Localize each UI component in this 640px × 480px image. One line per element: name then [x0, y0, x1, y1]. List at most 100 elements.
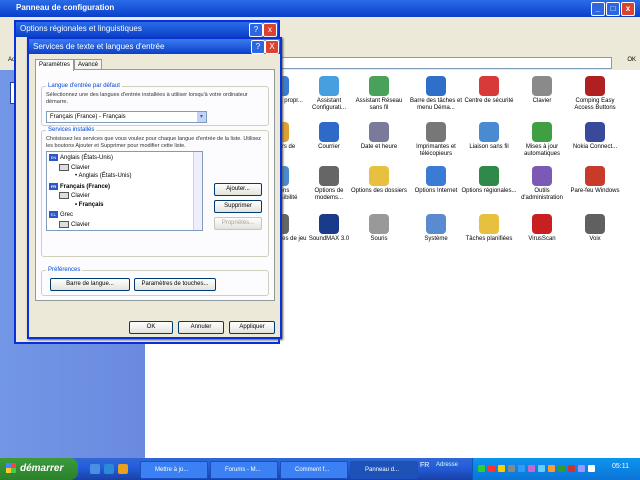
- installed-services-tree[interactable]: EN Anglais (États-Unis) Clavier • Anglais (…: [46, 151, 203, 231]
- control-panel-item-label: Assistant Réseau sans fil: [355, 98, 403, 111]
- go-button[interactable]: OK: [627, 57, 636, 63]
- control-panel-item[interactable]: Voix: [566, 214, 624, 243]
- tray-antivirus-icon[interactable]: [488, 465, 495, 472]
- control-panel-item[interactable]: Comping Easy Access Buttons: [566, 76, 624, 112]
- dialog-close-button[interactable]: X: [265, 40, 279, 54]
- taskbar-button[interactable]: Comment f...: [280, 461, 348, 479]
- control-panel-item[interactable]: Liaison sans fil: [460, 122, 518, 151]
- control-panel-item-icon: [532, 214, 552, 234]
- tray-app7-icon[interactable]: [588, 465, 595, 472]
- tray-network-icon[interactable]: [478, 465, 485, 472]
- close-button[interactable]: x: [621, 2, 635, 16]
- tray-volume-icon[interactable]: [508, 465, 515, 472]
- tray-bluetooth-icon[interactable]: [518, 465, 525, 472]
- control-panel-item[interactable]: Système: [407, 214, 465, 243]
- control-panel-item[interactable]: Options régionales...: [460, 166, 518, 195]
- tray-update-icon[interactable]: [498, 465, 505, 472]
- control-panel-item-label: Options de modems...: [314, 188, 344, 201]
- minimize-button[interactable]: _: [591, 2, 605, 16]
- default-language-label: Langue d'entrée par défaut: [46, 83, 122, 89]
- properties-button[interactable]: Propriétés...: [214, 217, 262, 230]
- tab-parametres[interactable]: Paramètres: [35, 59, 75, 71]
- control-panel-item[interactable]: Options des dossiers: [350, 166, 408, 195]
- keyboard-icon: [59, 192, 69, 199]
- add-button[interactable]: Ajouter...: [214, 183, 262, 196]
- regional-options-title-bar[interactable]: Options régionales et linguistiques ? x: [16, 22, 278, 37]
- apply-button[interactable]: Appliquer: [229, 321, 275, 334]
- taskbar-button[interactable]: Forums - M...: [210, 461, 278, 479]
- tray-app-icon[interactable]: [528, 465, 535, 472]
- dialog-title-bar[interactable]: Services de texte et langues d'entrée ? …: [29, 39, 280, 54]
- cancel-button[interactable]: Annuler: [178, 321, 224, 334]
- control-panel-item[interactable]: Pare-feu Windows: [566, 166, 624, 195]
- installed-services-label: Services installés: [46, 127, 97, 133]
- settings-panel: Langue d'entrée par défaut Sélectionnez …: [35, 69, 275, 301]
- tree-node-lang[interactable]: FR Français (France): [49, 182, 110, 191]
- tray-app5-icon[interactable]: [568, 465, 575, 472]
- chevron-down-icon[interactable]: ▾: [197, 112, 206, 122]
- tree-node-cat[interactable]: Clavier: [59, 220, 90, 229]
- key-settings-button[interactable]: Paramètres de touches...: [134, 278, 216, 291]
- tray-app4-icon[interactable]: [558, 465, 565, 472]
- tree-node-lang[interactable]: EL Grec: [49, 211, 73, 219]
- windows-logo-icon: [6, 463, 16, 474]
- tree-node-item[interactable]: • Français: [75, 202, 103, 209]
- bg-close-button[interactable]: x: [263, 23, 277, 37]
- tree-node-label: Clavier: [71, 193, 90, 200]
- tree-scrollbar[interactable]: [193, 152, 202, 230]
- start-button[interactable]: démarrer: [0, 458, 78, 480]
- control-panel-item-icon: [532, 76, 552, 96]
- control-panel-item-icon: [369, 166, 389, 186]
- tree-node-label: Grec: [60, 212, 74, 219]
- taskbar-button[interactable]: Panneau d...: [350, 461, 418, 479]
- main-title-bar[interactable]: Panneau de configuration _ □ x: [0, 0, 640, 17]
- control-panel-item[interactable]: Clavier: [513, 76, 571, 105]
- taskbar-button[interactable]: Mettre à jo...: [140, 461, 208, 479]
- control-panel-item-icon: [426, 122, 446, 142]
- tray-app6-icon[interactable]: [578, 465, 585, 472]
- tree-node-label: Clavier: [71, 164, 90, 171]
- control-panel-item[interactable]: Barre des tâches et menu Déma...: [407, 76, 465, 112]
- control-panel-item-icon: [426, 76, 446, 96]
- dialog-title: Services de texte et langues d'entrée: [33, 42, 165, 51]
- bg-help-button[interactable]: ?: [249, 23, 263, 37]
- tray-app3-icon[interactable]: [548, 465, 555, 472]
- control-panel-item-icon: [319, 214, 339, 234]
- control-panel-item[interactable]: Outils d'administration: [513, 166, 571, 202]
- control-panel-item[interactable]: VirusScan: [513, 214, 571, 243]
- control-panel-item-icon: [585, 214, 605, 234]
- control-panel-item[interactable]: Options Internet: [407, 166, 465, 195]
- control-panel-item[interactable]: Imprimantes et télécopieurs: [407, 122, 465, 158]
- tree-node-cat[interactable]: Clavier: [59, 192, 90, 200]
- control-panel-item-label: Imprimantes et télécopieurs: [416, 144, 456, 157]
- control-panel-item-icon: [426, 214, 446, 234]
- help-button[interactable]: ?: [251, 40, 265, 54]
- control-panel-item[interactable]: Nokia Connect...: [566, 122, 624, 151]
- control-panel-item[interactable]: Date et heure: [350, 122, 408, 151]
- text-services-dialog[interactable]: Services de texte et langues d'entrée ? …: [27, 37, 282, 339]
- control-panel-item-label: SoundMAX 3.0: [308, 236, 350, 242]
- control-panel-item[interactable]: Assistant Réseau sans fil: [350, 76, 408, 112]
- maximize-button[interactable]: □: [606, 2, 620, 16]
- tray-app2-icon[interactable]: [538, 465, 545, 472]
- control-panel-item-icon: [319, 122, 339, 142]
- address-toolbar-label[interactable]: Adresse: [436, 462, 458, 468]
- quicklaunch-media-icon[interactable]: [118, 464, 128, 474]
- control-panel-item[interactable]: Souris: [350, 214, 408, 243]
- language-bar-button[interactable]: Barre de langue...: [50, 278, 130, 291]
- control-panel-item-label: Pare-feu Windows: [570, 188, 620, 194]
- tree-node-cat[interactable]: Clavier: [59, 163, 90, 172]
- quicklaunch-desktop-icon[interactable]: [90, 464, 100, 474]
- control-panel-item-icon: [479, 166, 499, 186]
- control-panel-item[interactable]: Tâches planifiées: [460, 214, 518, 243]
- default-language-desc: Sélectionnez une des langues d'entrée in…: [46, 92, 248, 105]
- tree-node-item[interactable]: • Anglais (États-Unis): [75, 173, 131, 180]
- quicklaunch-ie-icon[interactable]: [104, 464, 114, 474]
- default-language-select[interactable]: Français (France) - Français ▾: [46, 111, 207, 123]
- ok-button[interactable]: OK: [129, 321, 173, 334]
- control-panel-item[interactable]: Mises à jour automatiques: [513, 122, 571, 158]
- language-indicator[interactable]: FR: [420, 462, 429, 469]
- control-panel-item[interactable]: Centre de sécurité: [460, 76, 518, 105]
- remove-button[interactable]: Supprimer: [214, 200, 262, 213]
- tree-node-lang[interactable]: EN Anglais (États-Unis): [49, 154, 113, 162]
